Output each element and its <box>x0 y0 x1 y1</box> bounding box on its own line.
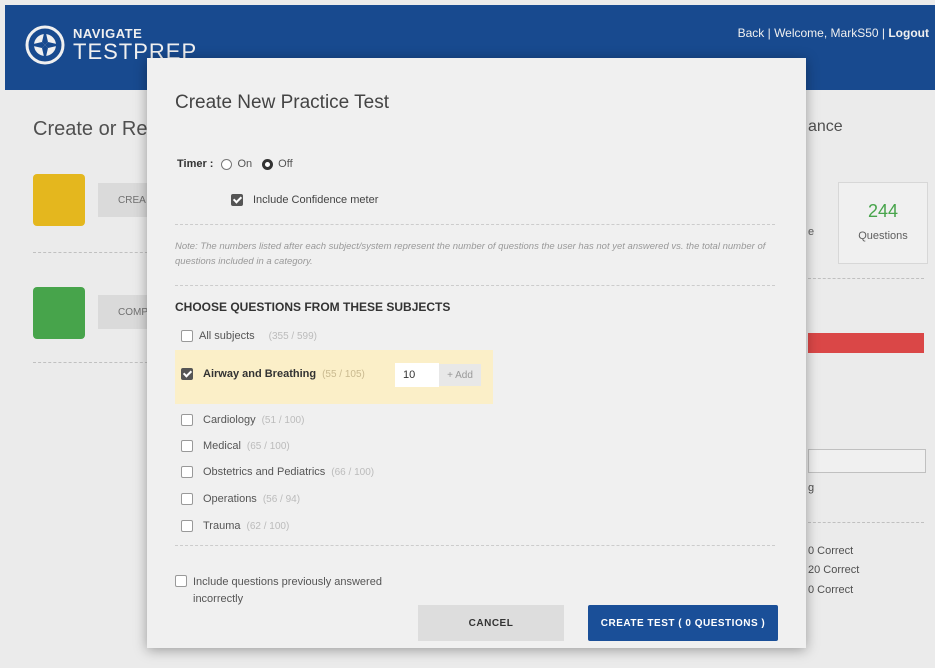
subject-count: (56 / 94) <box>262 493 301 505</box>
subject-name: All subjects <box>199 330 255 342</box>
subject-count: (65 / 100) <box>246 440 290 452</box>
timer-on-radio[interactable] <box>221 158 233 170</box>
subject-count: (55 / 105) <box>322 368 365 380</box>
create-test-modal: Create New Practice Test Timer : On Off … <box>147 58 806 648</box>
subject-checkbox[interactable] <box>181 520 193 532</box>
subject-item[interactable]: Operations (56 / 94) <box>181 493 300 505</box>
add-questions-button[interactable]: + Add <box>439 364 481 386</box>
subject-count: (355 / 599) <box>268 330 318 342</box>
subject-airway-selected: Airway and Breathing (55 / 105) 10 + Add <box>175 350 493 404</box>
subject-checkbox[interactable] <box>181 466 193 478</box>
subjects-heading: CHOOSE QUESTIONS FROM THESE SUBJECTS <box>175 300 451 314</box>
confidence-checkbox[interactable] <box>231 194 243 206</box>
subject-item[interactable]: Trauma (62 / 100) <box>181 520 289 532</box>
include-previous-row[interactable]: Include questions previously answered in… <box>175 574 415 607</box>
divider <box>175 545 775 546</box>
subject-checkbox[interactable] <box>181 414 193 426</box>
subject-item[interactable]: Cardiology (51 / 100) <box>181 414 304 426</box>
subject-checkbox[interactable] <box>181 440 193 452</box>
subject-count: (62 / 100) <box>246 520 290 532</box>
subject-count: (66 / 100) <box>331 466 375 478</box>
subject-name: Trauma <box>203 520 241 532</box>
timer-on-label: On <box>237 158 253 170</box>
timer-label: Timer : <box>177 158 214 170</box>
subject-name: Obstetrics and Pediatrics <box>203 466 326 478</box>
include-previous-checkbox[interactable] <box>175 575 187 587</box>
timer-off-radio[interactable] <box>262 158 274 170</box>
subject-checkbox[interactable] <box>181 368 193 380</box>
timer-off-label: Off <box>278 158 293 170</box>
include-previous-label: Include questions previously answered in… <box>193 576 382 605</box>
subject-all[interactable]: All subjects (355 / 599) <box>181 330 317 342</box>
question-quantity-input[interactable]: 10 <box>395 363 439 387</box>
create-test-submit-button[interactable]: CREATE TEST ( 0 QUESTIONS ) <box>588 605 778 641</box>
divider <box>175 224 775 225</box>
subject-name: Medical <box>203 440 241 452</box>
subject-checkbox[interactable] <box>181 330 193 342</box>
subject-name: Cardiology <box>203 414 256 426</box>
confidence-label: Include Confidence meter <box>253 194 379 206</box>
cancel-button[interactable]: CANCEL <box>418 605 564 641</box>
subject-name: Airway and Breathing <box>203 368 317 380</box>
subject-count: (51 / 100) <box>261 414 305 426</box>
subjects-note: Note: The numbers listed after each subj… <box>175 241 766 268</box>
subject-item[interactable]: Medical (65 / 100) <box>181 440 290 452</box>
subject-name: Operations <box>203 493 257 505</box>
divider <box>175 285 775 286</box>
timer-row: Timer : On Off <box>177 158 303 170</box>
confidence-row: Include Confidence meter <box>231 194 378 206</box>
modal-title: Create New Practice Test <box>175 92 390 113</box>
subject-item[interactable]: Obstetrics and Pediatrics (66 / 100) <box>181 466 374 478</box>
subject-checkbox[interactable] <box>181 493 193 505</box>
